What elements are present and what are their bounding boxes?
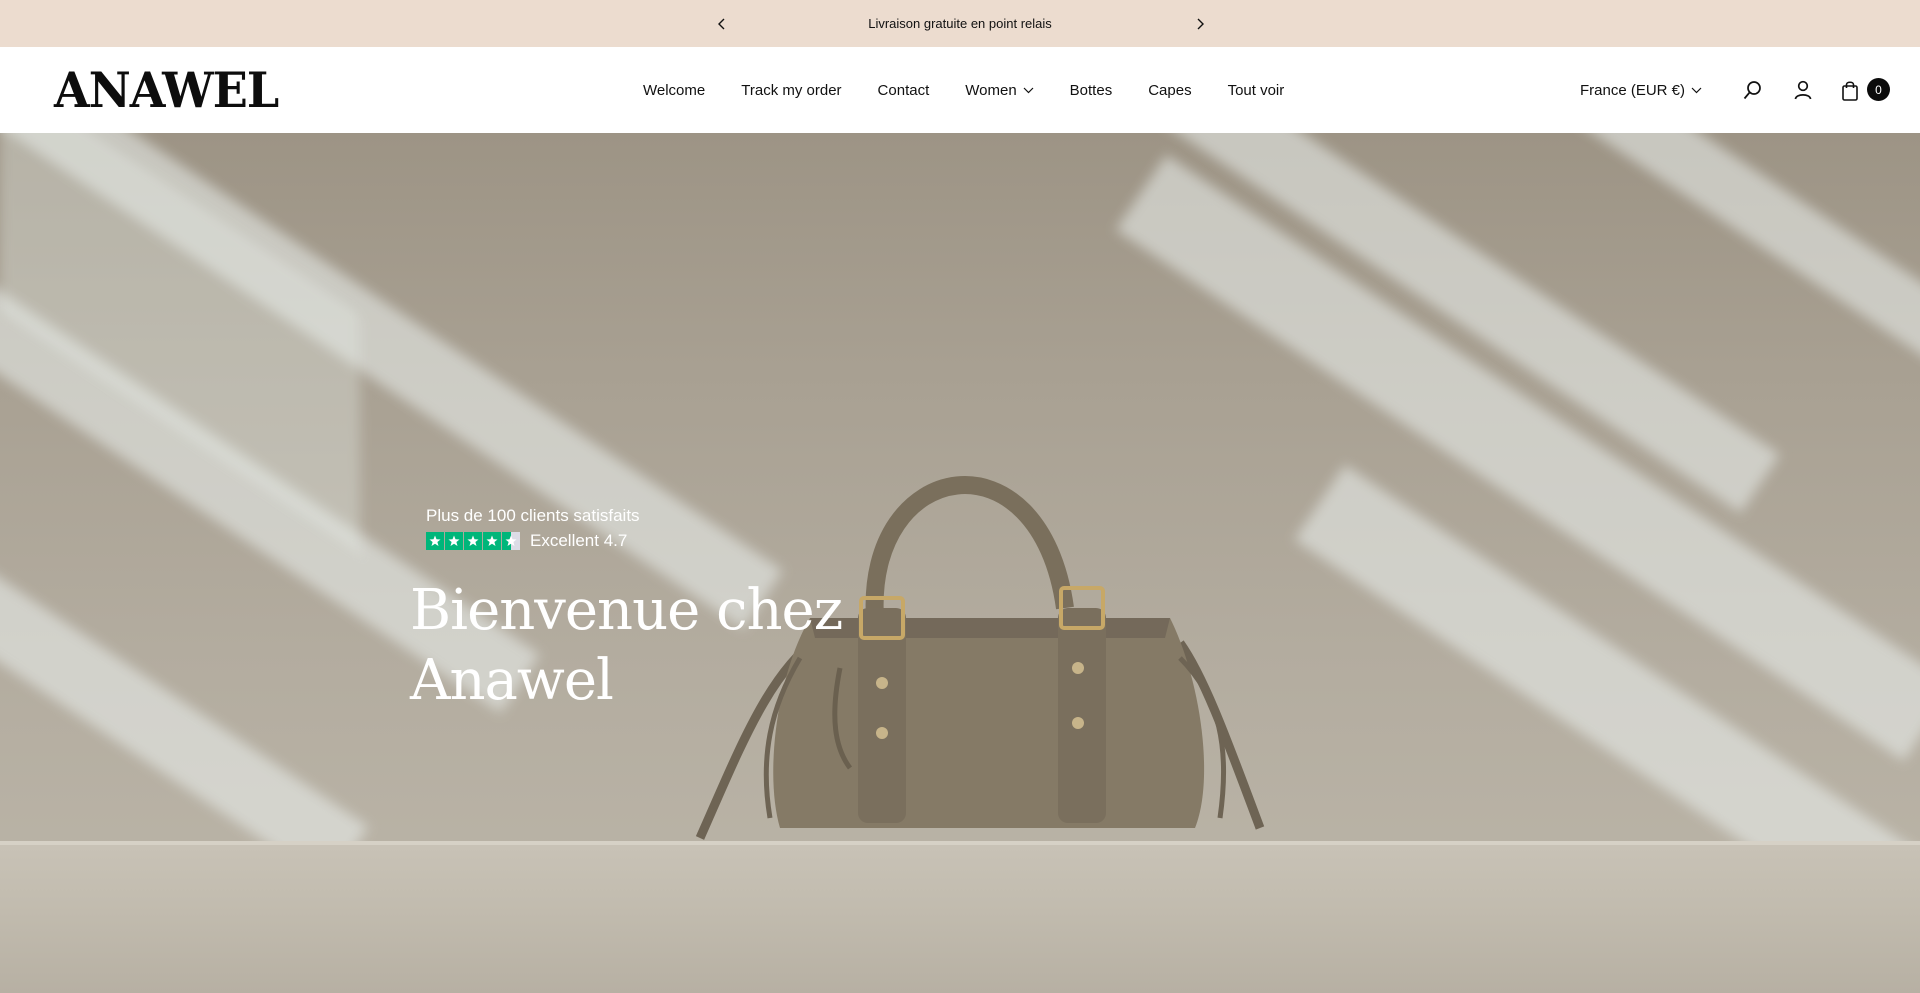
- nav-item-capes[interactable]: Capes: [1148, 82, 1191, 99]
- nav-item-tout-voir[interactable]: Tout voir: [1228, 82, 1285, 99]
- country-selector-label: France (EUR €): [1580, 81, 1686, 99]
- search-button[interactable]: [1741, 78, 1765, 102]
- half-star-icon: [502, 532, 520, 550]
- site-logo[interactable]: ANAWEL: [54, 62, 279, 119]
- hero-title: Bienvenue chez Anawel: [410, 578, 843, 713]
- search-icon: [1743, 81, 1761, 100]
- country-selector[interactable]: France (EUR €): [1580, 47, 1702, 133]
- announcement-prev-button[interactable]: [712, 14, 732, 34]
- announcement-next-button[interactable]: [1190, 14, 1210, 34]
- hero-subtitle: Plus de 100 clients satisfaits: [426, 506, 640, 525]
- nav-item-welcome[interactable]: Welcome: [643, 82, 705, 99]
- rating-stars: [426, 532, 520, 550]
- announcement-text: Livraison gratuite en point relais: [868, 16, 1052, 31]
- nav-item-label: Women: [965, 81, 1017, 99]
- chevron-down-icon: [1691, 87, 1702, 94]
- rating-text: Excellent 4.7: [530, 531, 628, 550]
- announcement-bar: Livraison gratuite en point relais: [0, 0, 1920, 47]
- site-header: ANAWEL Welcome Track my order Contact Wo…: [0, 47, 1920, 133]
- nav-item-track-order[interactable]: Track my order: [741, 82, 841, 99]
- trustpilot-rating[interactable]: Excellent 4.7: [426, 531, 627, 551]
- nav-item-women[interactable]: Women: [965, 81, 1034, 99]
- main-nav: Welcome Track my order Contact Women Bot…: [643, 47, 1284, 133]
- chevron-down-icon: [1023, 87, 1034, 94]
- chevron-left-icon: [718, 18, 725, 30]
- nav-item-label: Track my order: [741, 81, 842, 99]
- cart-icon: [1842, 80, 1858, 101]
- star-icon: [445, 532, 463, 550]
- nav-item-label: Contact: [877, 81, 930, 99]
- star-icon: [464, 532, 482, 550]
- announcement-slider: Livraison gratuite en point relais: [660, 0, 1260, 47]
- star-icon: [426, 532, 444, 550]
- account-icon: [1794, 80, 1812, 100]
- chevron-right-icon: [1197, 18, 1204, 30]
- cart-count-badge[interactable]: 0: [1867, 78, 1890, 101]
- nav-item-label: Capes: [1148, 81, 1192, 99]
- nav-item-contact[interactable]: Contact: [878, 82, 930, 99]
- cart-button[interactable]: [1838, 78, 1862, 102]
- nav-item-label: Bottes: [1069, 81, 1113, 99]
- hero-banner: Plus de 100 clients satisfaits Excellent…: [0, 133, 1920, 993]
- star-icon: [483, 532, 501, 550]
- account-button[interactable]: [1791, 78, 1815, 102]
- nav-item-bottes[interactable]: Bottes: [1070, 82, 1113, 99]
- nav-item-label: Tout voir: [1227, 81, 1285, 99]
- nav-item-label: Welcome: [643, 81, 706, 99]
